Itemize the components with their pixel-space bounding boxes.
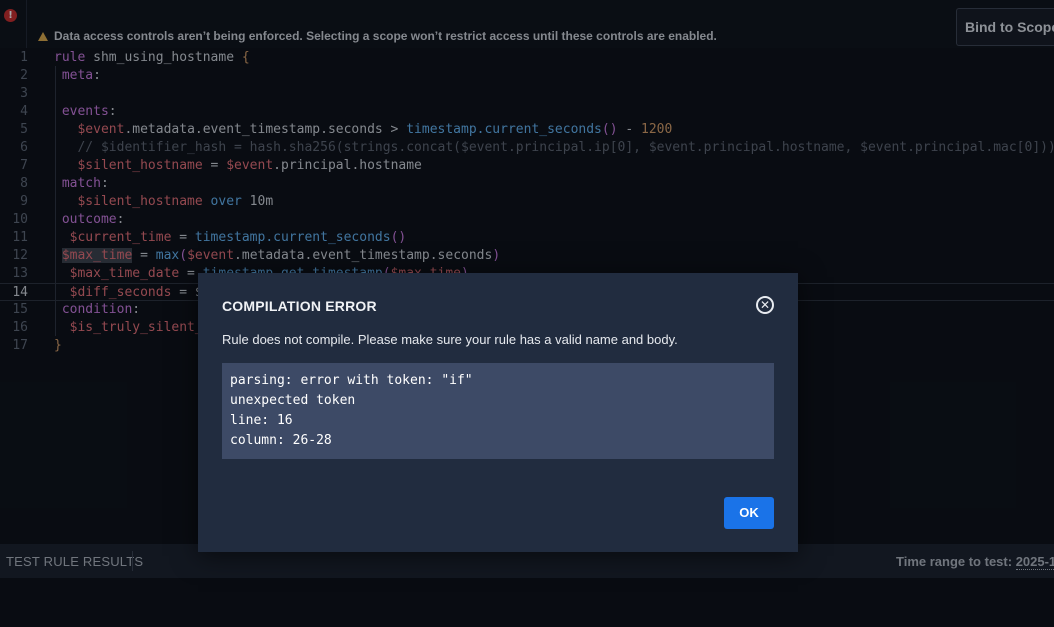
error-detail-line: parsing: error with token: "if" [230,373,473,388]
error-detail-line: column: 26-28 [230,433,332,448]
error-details-box: parsing: error with token: "if" unexpect… [222,363,774,459]
dialog-message: Rule does not compile. Please make sure … [222,332,678,347]
compilation-error-dialog: COMPILATION ERROR ✕ Rule does not compil… [198,273,798,552]
error-detail-line: unexpected token [230,393,356,408]
dialog-title: COMPILATION ERROR [222,298,377,314]
close-icon[interactable]: ✕ [756,296,774,314]
ok-button[interactable]: OK [724,497,774,529]
error-detail-line: line: 16 [230,413,293,428]
